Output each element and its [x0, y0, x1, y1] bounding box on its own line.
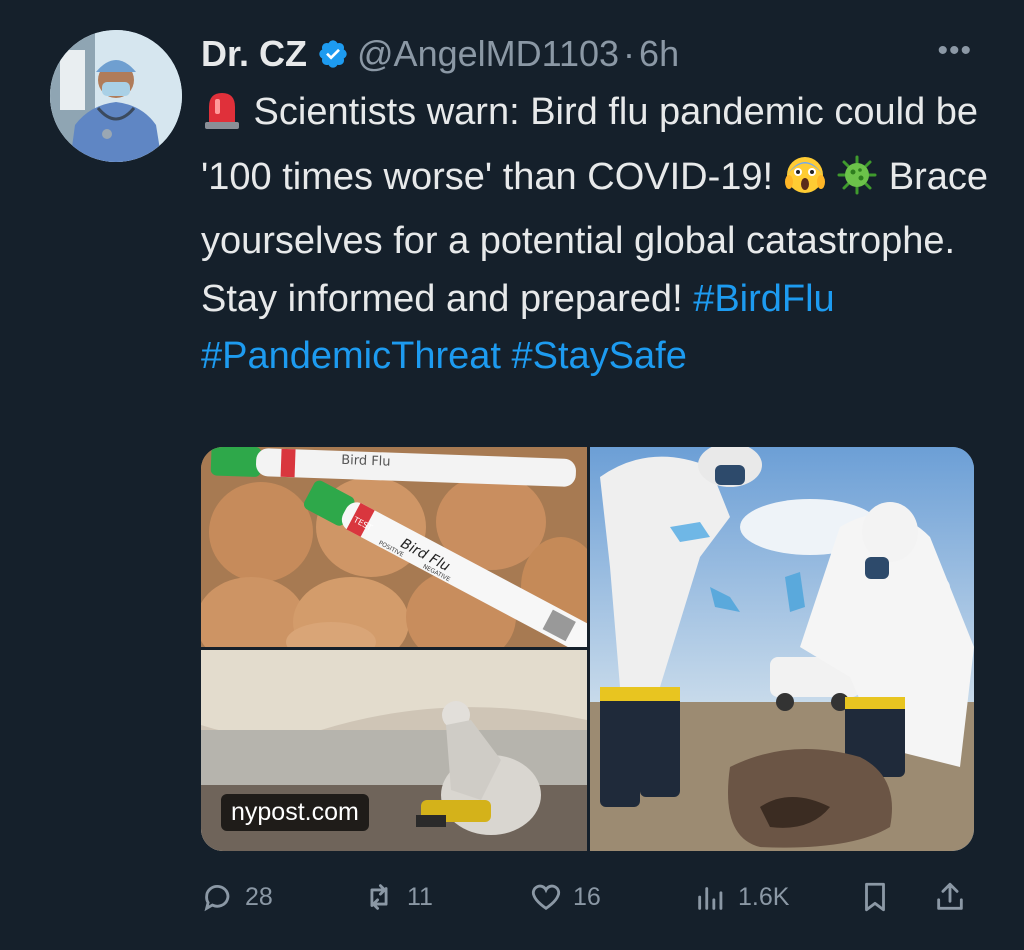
face-screaming-in-fear-icon: [784, 154, 826, 214]
verified-badge-icon: [317, 38, 349, 70]
more-options-icon[interactable]: •••: [937, 34, 972, 68]
media-image-hazmat-team[interactable]: [590, 447, 974, 851]
hashtag-staysafe[interactable]: #StaySafe: [512, 335, 687, 377]
retweet-count: 11: [407, 882, 433, 911]
media-grid: Bird Flu TEST Bird Flu POSITIVE NEGATIVE: [201, 447, 974, 851]
bookmark-icon: [865, 882, 885, 912]
heart-icon: [531, 884, 561, 911]
avatar[interactable]: [50, 30, 182, 162]
media-image-eggs-test-tubes[interactable]: Bird Flu TEST Bird Flu POSITIVE NEGATIVE: [201, 447, 587, 647]
share-button[interactable]: [933, 872, 977, 922]
action-bar: 28 11 16 1.6K: [201, 872, 974, 922]
retweet-icon: [370, 884, 388, 910]
timestamp[interactable]: 6h: [639, 33, 679, 75]
retweet-button[interactable]: 11: [361, 872, 433, 922]
reply-button[interactable]: 28: [201, 872, 273, 922]
tube-label-1: Bird Flu: [341, 453, 391, 470]
bookmark-button[interactable]: [858, 872, 902, 922]
share-icon: [937, 882, 963, 910]
hashtag-pandemicthreat[interactable]: #PandemicThreat: [201, 335, 501, 377]
author-name[interactable]: Dr. CZ: [201, 33, 307, 75]
source-badge[interactable]: nypost.com: [221, 794, 369, 831]
separator: ·: [623, 33, 636, 74]
reply-icon: [204, 885, 230, 912]
microbe-icon: [836, 154, 878, 214]
tweet: Dr. CZ @AngelMD1103 · 6h ••• Scientists …: [0, 0, 1024, 950]
views-button[interactable]: 1.6K: [694, 872, 789, 922]
like-button[interactable]: 16: [529, 872, 601, 922]
like-count: 16: [573, 882, 601, 911]
view-count: 1.6K: [738, 882, 790, 911]
reply-count: 28: [245, 882, 273, 911]
hashtag-birdflu[interactable]: #BirdFlu: [693, 278, 835, 320]
media-image-beach-scientist[interactable]: nypost.com: [201, 650, 587, 851]
police-car-light-icon: [201, 89, 243, 149]
avatar-image: [50, 30, 182, 162]
author-handle[interactable]: @AngelMD1103: [357, 33, 619, 75]
tweet-header: Dr. CZ @AngelMD1103 · 6h: [201, 30, 679, 78]
tweet-text: Scientists warn: Bird flu pandemic could…: [201, 84, 991, 386]
analytics-icon: [698, 887, 723, 910]
